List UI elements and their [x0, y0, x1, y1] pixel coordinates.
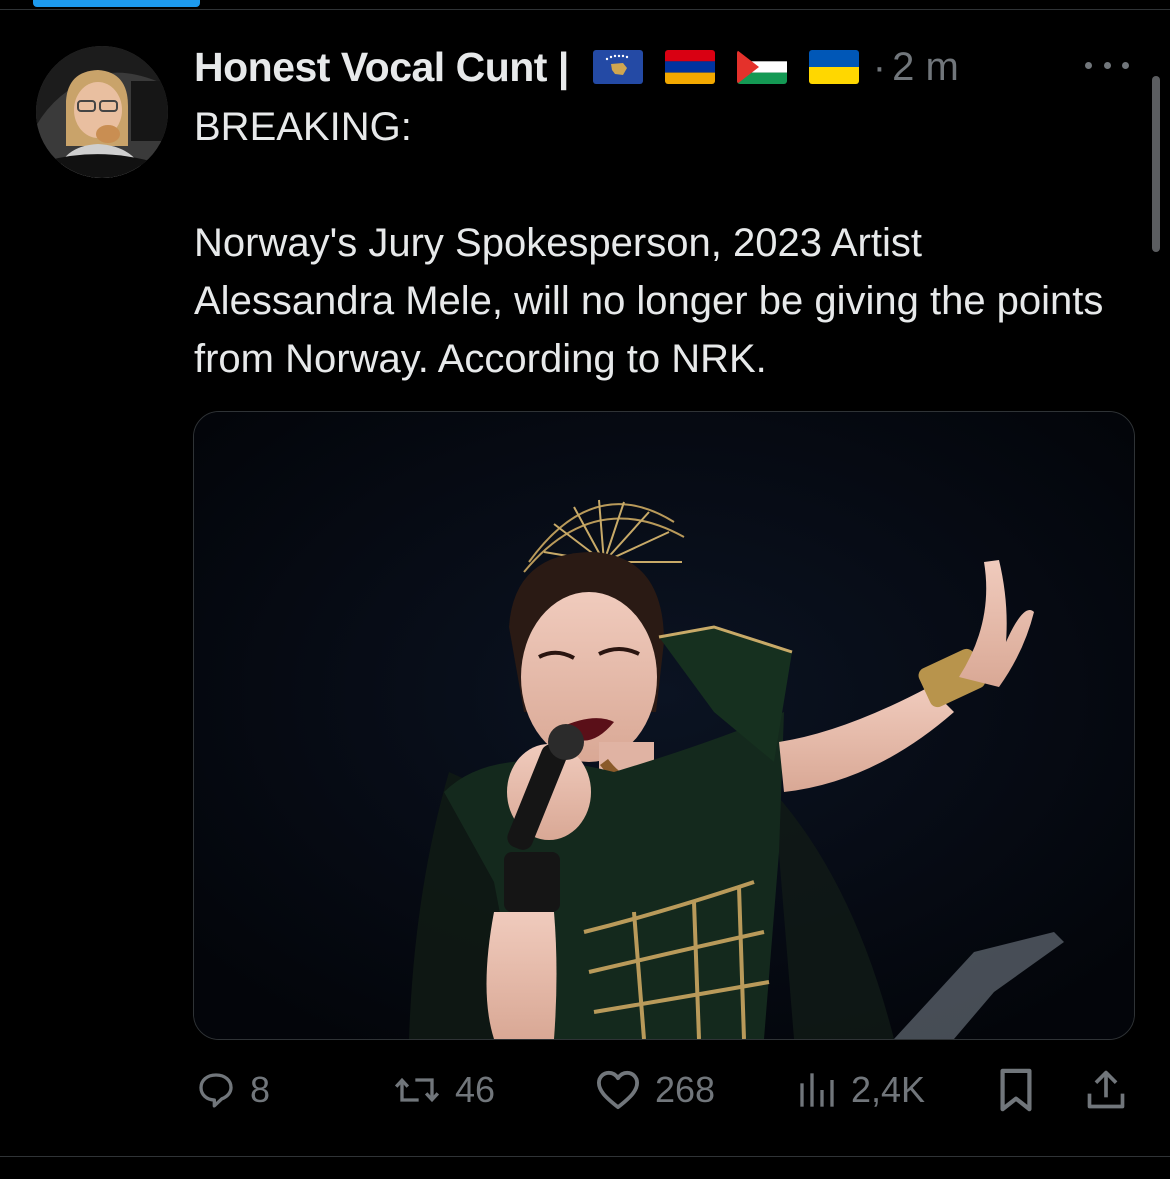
tab-indicator: [33, 0, 200, 7]
ukraine-flag-icon: [808, 50, 859, 84]
tweet-media-photo[interactable]: [193, 411, 1135, 1040]
share-icon: [1087, 1070, 1125, 1109]
repost-count: 46: [455, 1069, 496, 1110]
author-flags: [571, 50, 859, 84]
kosovo-flag-icon: [592, 50, 643, 84]
tweet-header: Honest Vocal Cunt | · 2 m: [194, 40, 959, 94]
views-bar-chart-icon: [800, 1073, 834, 1107]
like-button[interactable]: 268: [595, 1064, 715, 1116]
bookmark-icon: [1000, 1068, 1032, 1112]
reply-button[interactable]: 8: [196, 1064, 270, 1116]
repost-icon: [394, 1077, 440, 1103]
performer-photo: [194, 412, 1134, 1039]
tweet-text-heading: BREAKING:: [194, 105, 412, 149]
scrollbar[interactable]: [1152, 76, 1160, 252]
palestine-flag-icon: [736, 50, 787, 84]
repost-button[interactable]: 46: [393, 1064, 495, 1116]
tweet-actions: 8 46 268 2,4K: [0, 1064, 1170, 1116]
top-divider: [0, 9, 1170, 10]
views-button[interactable]: 2,4K: [797, 1064, 925, 1116]
heart-icon: [597, 1070, 639, 1110]
header-separator: ·: [872, 44, 887, 89]
author-display-name[interactable]: Honest Vocal Cunt |: [194, 44, 569, 91]
tweet-page: Honest Vocal Cunt | · 2 m BREAKING: Norw…: [0, 0, 1170, 1179]
tweet-timestamp[interactable]: 2 m: [892, 45, 959, 90]
tweet-text-body: Norway's Jury Spokesperson, 2023 Artist …: [194, 221, 1104, 381]
more-options-icon[interactable]: [1085, 58, 1129, 72]
bottom-divider: [0, 1156, 1170, 1157]
reply-bubble-icon: [199, 1073, 233, 1108]
avatar[interactable]: [36, 46, 168, 178]
reply-count: 8: [250, 1069, 271, 1110]
bookmark-button[interactable]: [996, 1064, 1036, 1116]
like-count: 268: [655, 1069, 716, 1110]
avatar-photo: [36, 46, 168, 178]
share-button[interactable]: [1084, 1064, 1128, 1116]
armenia-flag-icon: [664, 50, 715, 84]
views-count: 2,4K: [851, 1069, 926, 1110]
